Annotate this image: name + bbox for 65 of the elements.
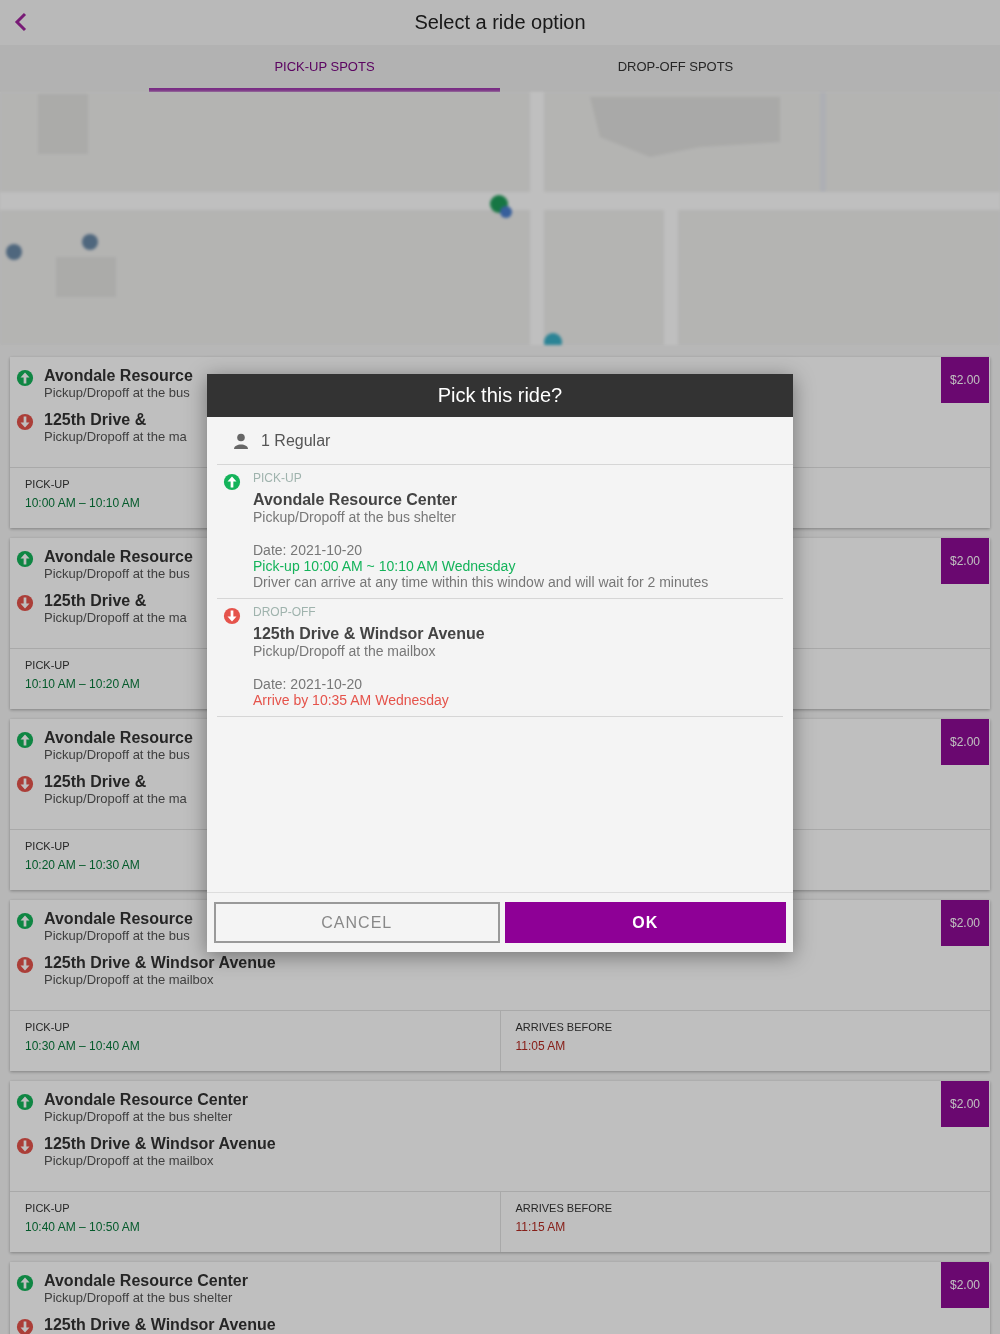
pickup-window: 10:30 AM – 10:40 AM [25, 1039, 140, 1053]
arrives-label: ARRIVES BEFORE [515, 1021, 613, 1033]
price-button[interactable]: $2.00 [941, 719, 989, 765]
stop-name: 125th Drive & Windsor Avenue [44, 1316, 276, 1334]
price-button[interactable]: $2.00 [941, 1081, 989, 1127]
stop-name: 125th Drive & [44, 411, 148, 429]
stop-note: Pickup/Dropoff at the ma [44, 429, 187, 444]
stop-note: Pickup/Dropoff at the bus [44, 928, 191, 943]
stop-note: Pickup/Dropoff at the bus [44, 566, 191, 581]
stop-note: Pickup/Dropoff at the bus shelter [253, 509, 457, 525]
ok-button[interactable]: OK [504, 902, 786, 943]
trip-date: Date: 2021-10-20 [253, 676, 363, 692]
stop-note: Pickup/Dropoff at the mailbox [44, 1153, 215, 1168]
pickup-label: PICK-UP [25, 478, 70, 490]
stop-type-label: DROP-OFF [253, 605, 317, 619]
stop-note: Pickup/Dropoff at the bus [44, 385, 191, 400]
stop-name: 125th Drive & Windsor Avenue [44, 1135, 276, 1153]
pickup-window: 10:20 AM – 10:30 AM [25, 858, 140, 872]
passenger-count: 1 Regular [261, 431, 331, 450]
ride-card[interactable]: Avondale Resource Center Pickup/Dropoff at the bus shelter 125th Drive & Windsor Avenue $2.00 [10, 1262, 990, 1334]
stop-note: Pickup/Dropoff at the ma [44, 791, 187, 806]
dialog-title: Pick this ride? [207, 374, 793, 417]
ride-card[interactable]: Avondale Resource Center Pickup/Dropoff at the bus shelter 125th Drive & Windsor Avenue Pickup/Dropoff at the mailbox $2.00 PICK-UP 10:40 AM – 10:50 AM ARRIVES BEFORE 11:15 AM [10, 1081, 990, 1252]
down-arrow-icon [16, 1318, 34, 1334]
arrives-label: ARRIVES BEFORE [515, 1202, 613, 1214]
screen-title: Select a ride option [414, 11, 586, 34]
pickup-label: PICK-UP [25, 1021, 70, 1033]
tab[interactable]: DROP-OFF SPOTS [500, 45, 851, 92]
pickup-label: PICK-UP [25, 840, 70, 852]
back-icon[interactable] [14, 12, 28, 32]
stop-name: Avondale Resource [44, 367, 193, 385]
stop-note: Pickup/Dropoff at the bus [44, 747, 191, 762]
cancel-button[interactable]: CANCEL [214, 902, 500, 943]
stop-name: 125th Drive & [44, 592, 148, 610]
stop-note: Pickup/Dropoff at the bus shelter [44, 1290, 234, 1305]
price-button[interactable]: $2.00 [941, 538, 989, 584]
stop-type-label: PICK-UP [253, 471, 303, 485]
stop-note: Pickup/Dropoff at the mailbox [44, 972, 215, 987]
stop-name: Avondale Resource [44, 548, 193, 566]
wait-note: Driver can arrive at any time within this window and will wait for 2 minutes [253, 574, 709, 590]
stop-name: Avondale Resource Center [44, 1091, 248, 1109]
arrival-time: 11:05 AM [515, 1039, 566, 1053]
price-button[interactable]: $2.00 [941, 900, 989, 946]
stop-note: Pickup/Dropoff at the mailbox [253, 643, 437, 659]
pickup-window: 10:10 AM – 10:20 AM [25, 677, 140, 691]
pickup-label: PICK-UP [25, 1202, 70, 1214]
stop-name: Avondale Resource Center [253, 491, 458, 509]
arrival-time: 11:15 AM [515, 1220, 566, 1234]
price-button[interactable]: $2.00 [941, 357, 989, 403]
stop-name: 125th Drive & Windsor Avenue [44, 954, 276, 972]
stop-name: Avondale Resource [44, 910, 193, 928]
trip-date: Date: 2021-10-20 [253, 542, 363, 558]
stop-note: Pickup/Dropoff at the ma [44, 610, 187, 625]
trip-time: Pick-up 10:00 AM ~ 10:10 AM Wednesday [253, 558, 517, 574]
pickup-window: 10:00 AM – 10:10 AM [25, 496, 140, 510]
stop-note: Pickup/Dropoff at the bus shelter [44, 1109, 234, 1124]
pickup-label: PICK-UP [25, 659, 70, 671]
stop-name: 125th Drive & Windsor Avenue [253, 625, 485, 643]
pickup-window: 10:40 AM – 10:50 AM [25, 1220, 140, 1234]
stop-name: Avondale Resource [44, 729, 193, 747]
person-icon [233, 432, 249, 449]
stop-name: Avondale Resource Center [44, 1272, 248, 1290]
trip-time: Arrive by 10:35 AM Wednesday [253, 692, 450, 708]
price-button[interactable]: $2.00 [941, 1262, 989, 1308]
stop-name: 125th Drive & [44, 773, 148, 791]
